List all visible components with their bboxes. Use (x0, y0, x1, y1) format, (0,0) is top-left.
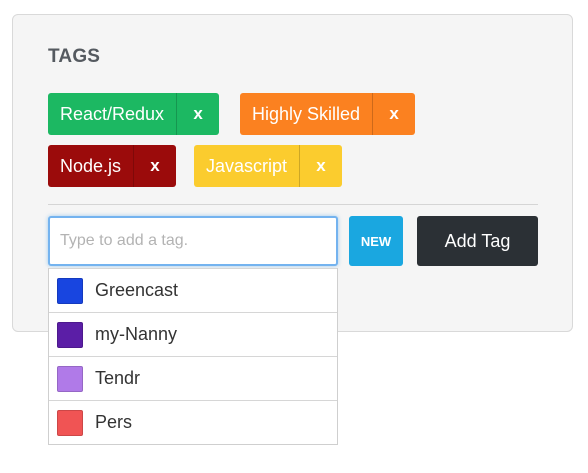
divider (48, 204, 538, 205)
panel-title: TAGS (48, 46, 101, 67)
add-tag-button[interactable]: Add Tag (417, 216, 538, 266)
suggestion-item[interactable]: my-Nanny (49, 312, 337, 356)
suggestion-label: my-Nanny (95, 324, 178, 344)
remove-tag-button[interactable]: x (176, 93, 219, 135)
tag-input[interactable] (48, 216, 338, 266)
tag-label: React/Redux (60, 103, 165, 124)
tag-chip: React/Redux x (48, 93, 220, 135)
suggestion-item[interactable]: Pers (49, 400, 337, 444)
suggestion-item[interactable]: Greencast (49, 268, 337, 312)
suggestion-label: Pers (95, 412, 133, 432)
color-swatch (57, 277, 83, 304)
remove-tag-button[interactable]: x (299, 145, 342, 187)
tag-label: Javascript (206, 155, 288, 176)
tag-suggestions-dropdown: Greencast my-Nanny Tendr Pers (48, 268, 338, 445)
tag-chip: Highly Skilled x (240, 93, 416, 135)
tag-label: Highly Skilled (252, 103, 361, 124)
color-swatch (57, 409, 83, 436)
color-swatch (57, 321, 83, 348)
suggestion-label: Tendr (95, 368, 141, 388)
color-swatch (57, 365, 83, 392)
suggestion-label: Greencast (95, 280, 179, 300)
tag-label: Node.js (60, 155, 122, 176)
new-tag-button[interactable]: NEW (349, 216, 403, 266)
tag-chip: Javascript x (194, 145, 343, 187)
tag-editor: TAGS React/Redux x Highly Skilled x Node… (0, 0, 588, 473)
remove-tag-button[interactable]: x (372, 93, 415, 135)
suggestion-item[interactable]: Tendr (49, 356, 337, 400)
tag-chip: Node.js x (48, 145, 177, 187)
remove-tag-button[interactable]: x (133, 145, 176, 187)
